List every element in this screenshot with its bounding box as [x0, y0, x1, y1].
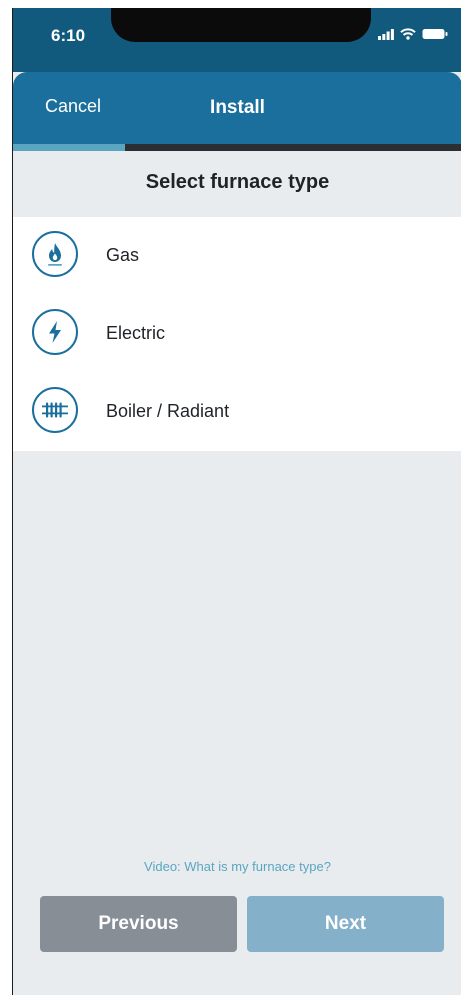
option-label: Gas [106, 245, 140, 265]
signal-icon [378, 28, 394, 40]
option-label: Boiler / Radiant [106, 401, 230, 421]
navigation-bar: Cancel Install [13, 72, 461, 144]
lightning-icon [32, 309, 78, 355]
device-notch [111, 8, 371, 42]
flame-icon [32, 231, 78, 277]
status-icons [378, 28, 448, 40]
option-gas[interactable]: Gas [13, 217, 461, 295]
nav-title: Install [210, 97, 265, 118]
radiator-icon [32, 387, 78, 433]
app-screen: 6:10 Cancel Install Select furnace type … [12, 8, 461, 995]
option-electric[interactable]: Electric [13, 295, 461, 373]
wifi-icon [400, 28, 416, 40]
furnace-options-list: Gas Electric Boiler / Radiant [13, 217, 461, 451]
battery-icon [422, 29, 448, 39]
progress-bar [13, 144, 461, 151]
video-help-link[interactable]: Video: What is my furnace type? [13, 859, 461, 874]
next-button[interactable]: Next [247, 896, 444, 952]
option-boiler-radiant[interactable]: Boiler / Radiant [13, 373, 461, 451]
status-time: 6:10 [51, 26, 86, 45]
previous-button[interactable]: Previous [40, 896, 237, 952]
progress-fill [13, 144, 126, 151]
option-label: Electric [106, 323, 166, 343]
status-bar: 6:10 [13, 8, 461, 72]
page-title: Select furnace type [145, 171, 330, 193]
